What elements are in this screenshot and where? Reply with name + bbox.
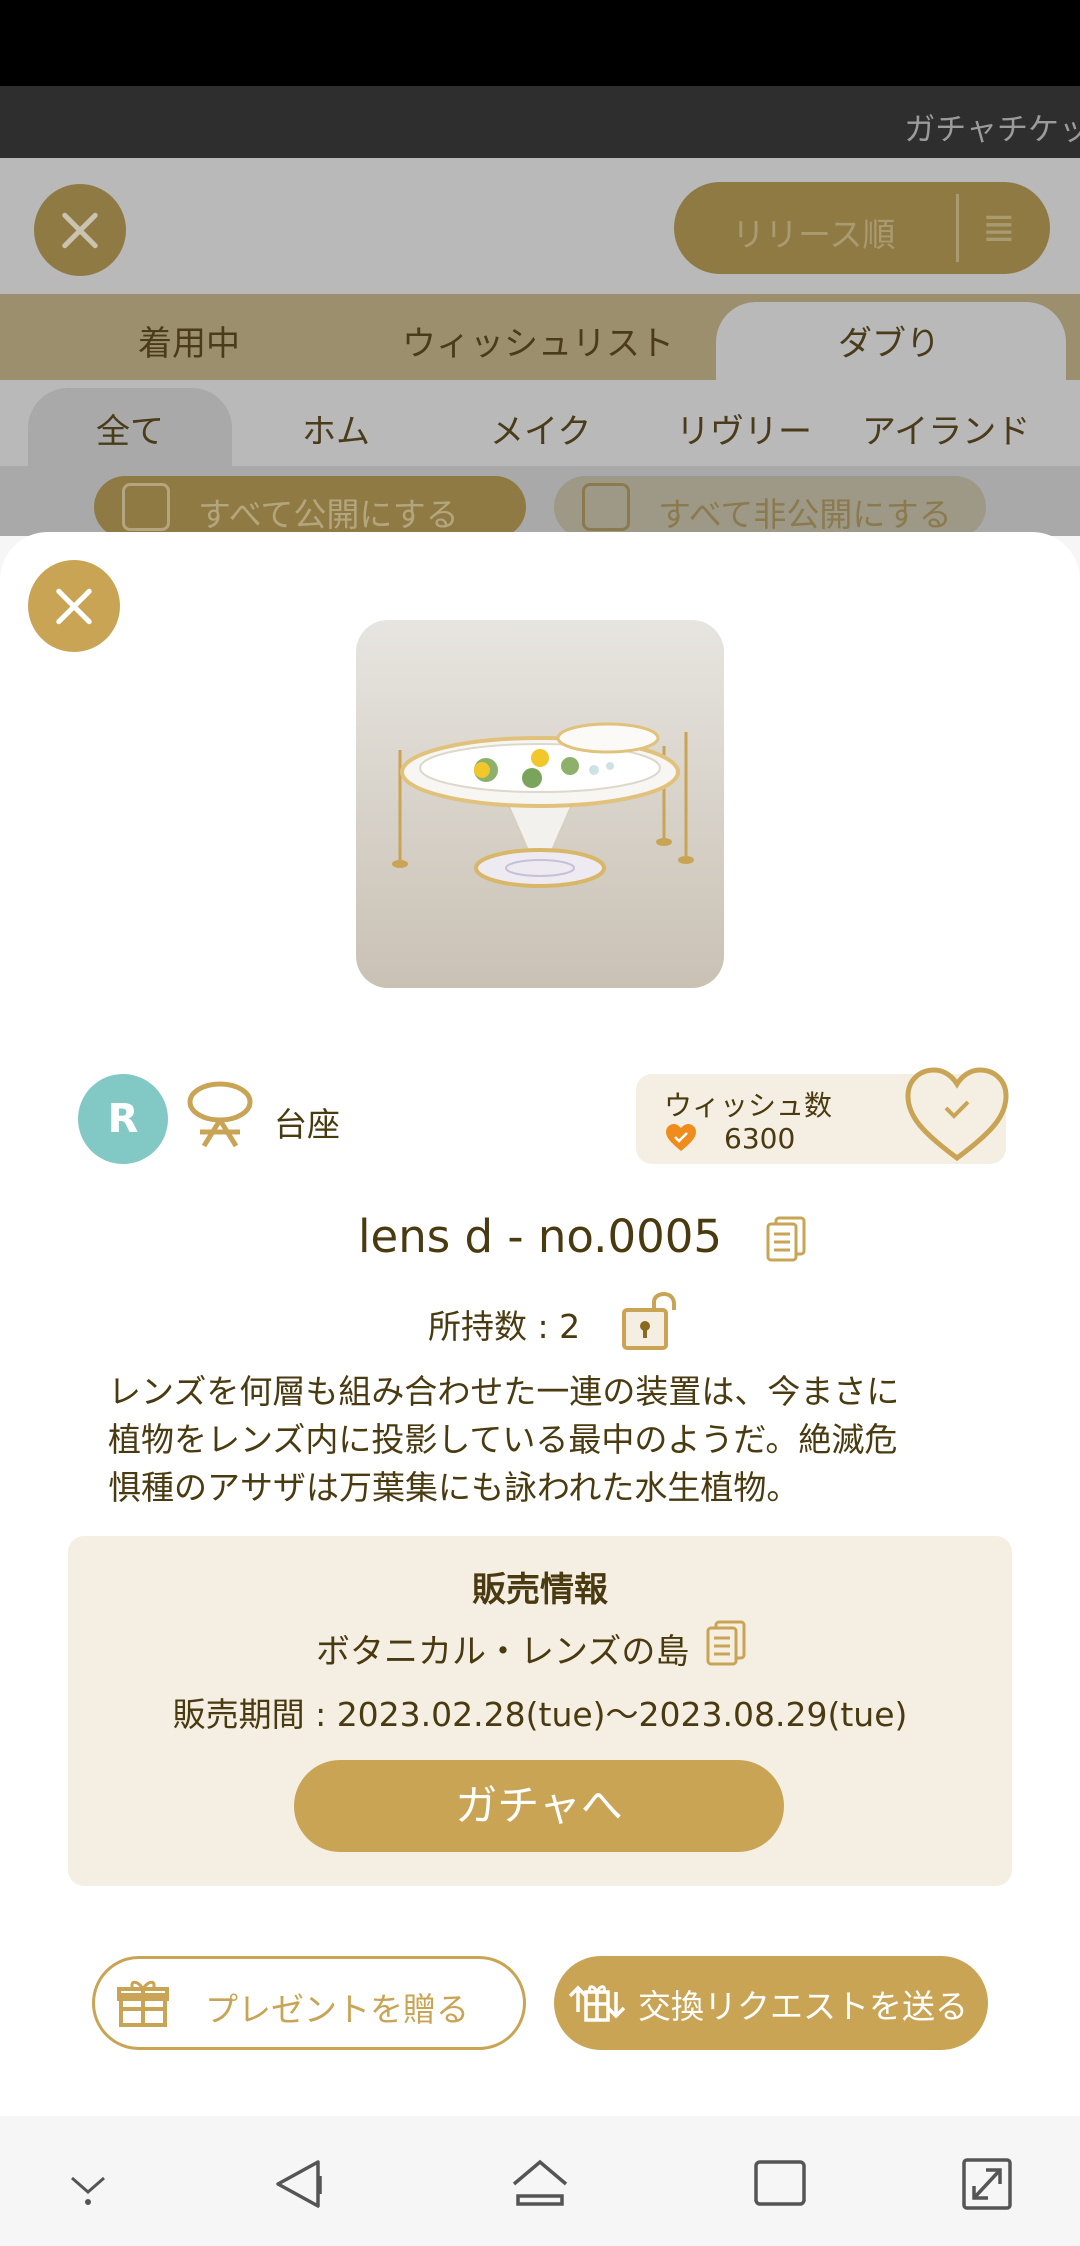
owned-count: 所持数 : 2 — [428, 1307, 581, 1346]
bg-tab-duplicates: ダブり — [838, 324, 940, 364]
bg-sort-button: リリース順 ≣ — [674, 182, 1050, 274]
ticket-bar: ガチャチケッ — [0, 86, 1080, 158]
home-icon[interactable] — [510, 2156, 570, 2212]
item-title-row: lens d - no.0005 — [0, 1210, 1080, 1263]
item-description: レンズを何層も組み合わせた一連の装置は、今まさに植物をレンズ内に投影している最中… — [108, 1372, 900, 1507]
bg-private-all-button: すべて非公開にする — [554, 476, 986, 538]
hide-keyboard-icon[interactable] — [58, 2156, 118, 2212]
unlock-icon[interactable] — [620, 1292, 680, 1352]
bg-close-icon — [34, 184, 126, 276]
send-trade-request-label: 交換リクエストを送る — [638, 1987, 968, 2026]
rarity-badge: R — [78, 1074, 168, 1164]
pedestal-category-icon — [187, 1081, 253, 1148]
bg-subtab-all: 全て — [96, 412, 164, 452]
send-present-label: プレゼントを贈る — [205, 1990, 469, 2029]
bg-tab-wearing: 着用中 — [138, 324, 240, 364]
bg-subtab-hom: ホム — [302, 412, 370, 452]
series-copy-icon[interactable] — [706, 1620, 746, 1666]
trade-gift-icon — [568, 1985, 626, 2022]
wishlist-heart-button[interactable] — [904, 1066, 1010, 1164]
go-to-gacha-button[interactable]: ガチャへ — [294, 1760, 784, 1852]
uncheck-icon — [582, 483, 630, 531]
send-present-button[interactable]: プレゼントを贈る — [92, 1956, 526, 2050]
wish-count-box: ウィッシュ数 6300 — [636, 1067, 1009, 1164]
heart-check-icon — [666, 1124, 696, 1151]
wish-count-value: 6300 — [724, 1122, 796, 1155]
status-bar — [0, 0, 1080, 86]
item-detail-modal: R 台座 ウィッシュ数 6300 lens d - no.0005 所持数 : … — [0, 532, 1080, 2116]
bg-publish-all-button: すべて公開にする — [94, 476, 526, 538]
navigation-bar — [0, 2116, 1080, 2246]
bg-tab-wishlist: ウィッシュリスト — [402, 324, 674, 364]
wish-count-label: ウィッシュ数 — [664, 1089, 833, 1122]
sort-icon: ≣ — [982, 205, 1016, 251]
copy-icon[interactable] — [766, 1216, 806, 1262]
bg-subtab-livly: リヴリー — [676, 412, 812, 452]
sales-info-title: 販売情報 — [472, 1570, 608, 1610]
check-icon — [122, 483, 170, 531]
bg-subtab-island: アイランド — [862, 412, 1031, 452]
bg-private-all-label: すべて非公開にする — [658, 495, 952, 534]
send-trade-request-button[interactable]: 交換リクエストを送る — [554, 1956, 988, 2050]
series-name: ボタニカル・レンズの島 — [316, 1632, 690, 1672]
sales-period: 販売期間 : 2023.02.28(tue)〜2023.08.29(tue) — [172, 1695, 908, 1734]
gift-icon — [117, 1980, 169, 2027]
category-label: 台座 — [274, 1105, 340, 1144]
lens-device-illustration — [392, 722, 694, 888]
item-image — [356, 620, 724, 988]
back-icon[interactable] — [270, 2156, 330, 2212]
bg-sort-label: リリース順 — [732, 215, 896, 254]
sales-info-box: 販売情報 ボタニカル・レンズの島 販売期間 : 2023.02.28(tue)〜… — [68, 1536, 1012, 1886]
bg-publish-all-label: すべて公開にする — [198, 495, 459, 534]
item-title: lens d - no.0005 — [358, 1210, 722, 1263]
close-button[interactable] — [28, 560, 120, 652]
ticket-text: ガチャチケッ — [904, 112, 1080, 148]
bg-subtab-make: メイク — [490, 412, 592, 452]
rotate-screen-icon[interactable] — [956, 2156, 1016, 2212]
recent-apps-icon[interactable] — [750, 2156, 810, 2212]
bg-sort-divider — [956, 194, 959, 262]
